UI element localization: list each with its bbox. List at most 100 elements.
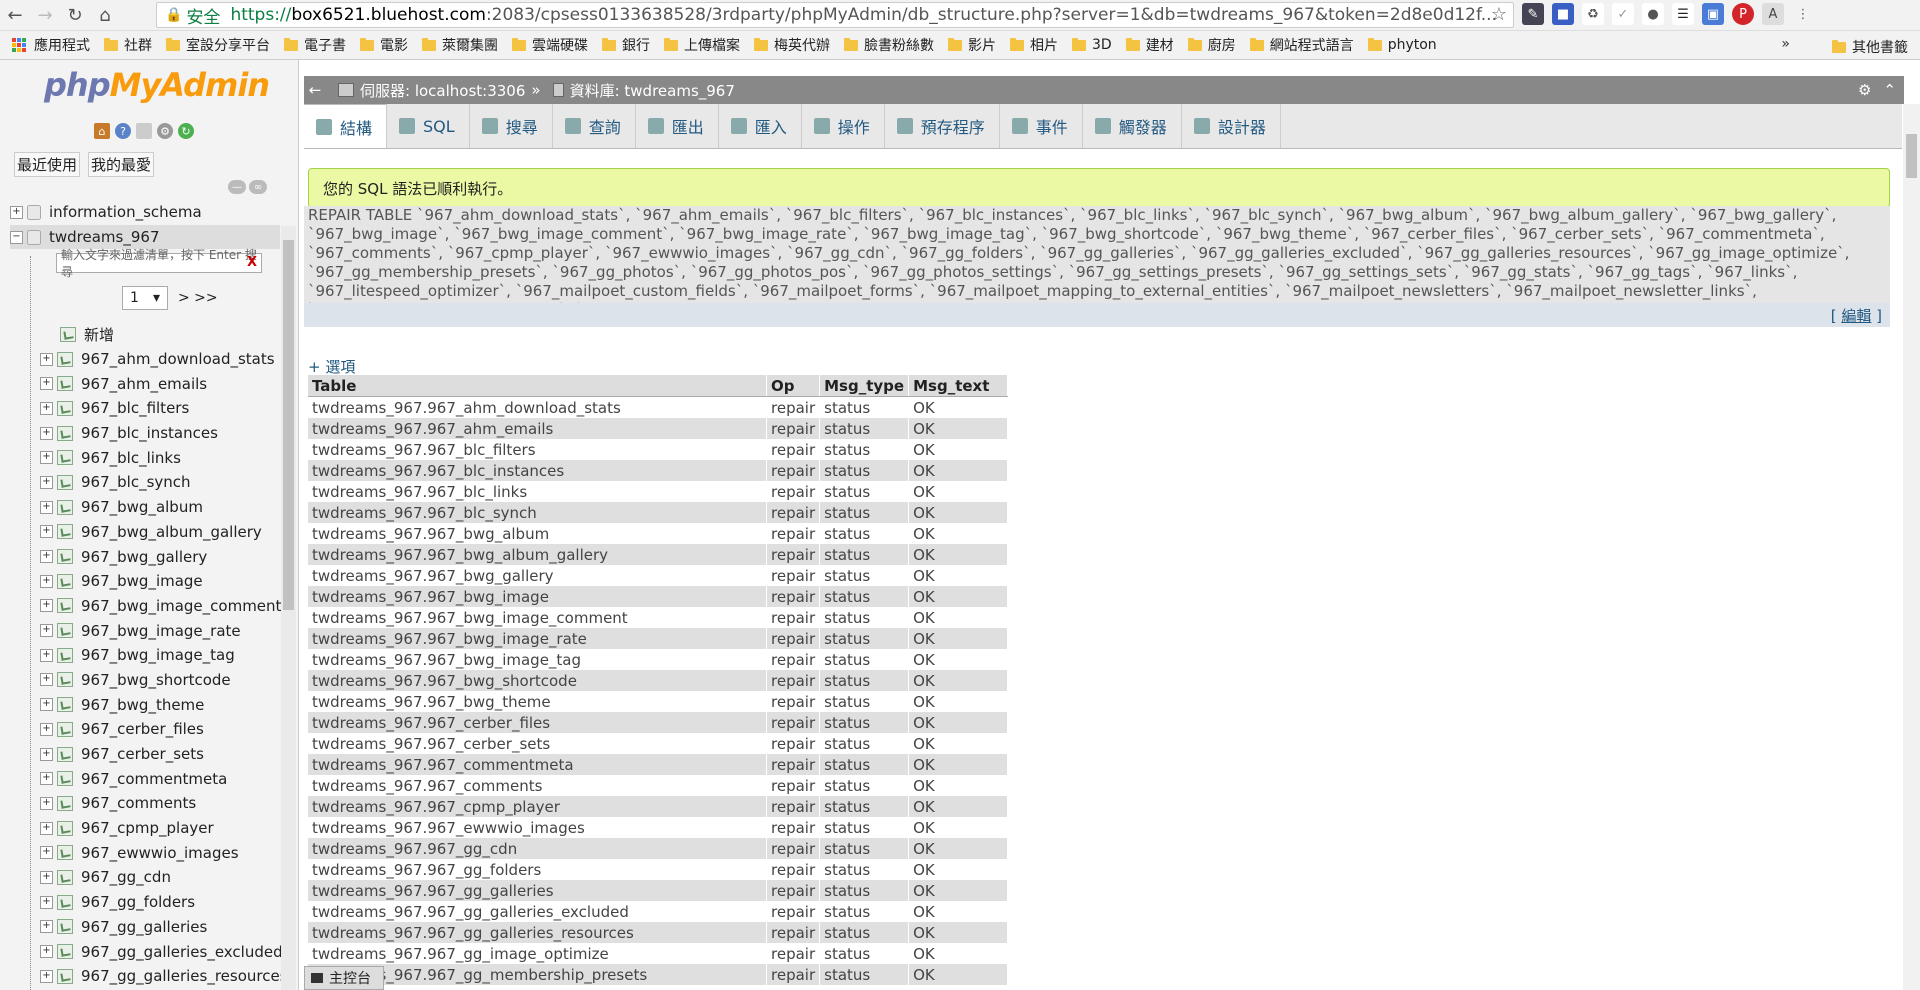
column-header[interactable]: Msg_type: [819, 375, 910, 397]
sidebar-table-item[interactable]: +967_ahm_emails: [40, 371, 280, 396]
recent-button[interactable]: 最近使用: [14, 152, 81, 177]
column-header[interactable]: Table: [308, 375, 767, 397]
table-filter-input[interactable]: 輸入文字來過濾清單，按下 Enter 搜尋 X: [56, 248, 262, 279]
bookmark-item[interactable]: 應用程式: [34, 35, 90, 55]
nav-scrollbar-thumb[interactable]: [283, 240, 294, 610]
apps-icon[interactable]: [12, 38, 26, 52]
expand-icon[interactable]: +: [40, 895, 53, 909]
sidebar-table-item[interactable]: +967_blc_instances: [40, 421, 280, 446]
settings-icon[interactable]: ⚙: [157, 123, 173, 139]
breadcrumb-server[interactable]: 伺服器: localhost:3306: [360, 80, 525, 101]
address-bar[interactable]: 🔒 安全 https:// box6521.bluehost.com :2083…: [156, 2, 1514, 28]
bookmark-item[interactable]: 萊爾集團: [422, 35, 498, 55]
bookmark-item[interactable]: 雲端硬碟: [512, 35, 588, 55]
expand-icon[interactable]: +: [40, 821, 53, 835]
new-table-item[interactable]: 新增: [40, 322, 280, 347]
forward-icon[interactable]: →: [30, 0, 60, 30]
sidebar-table-item[interactable]: +967_bwg_album_gallery: [40, 520, 280, 545]
extension-icon[interactable]: ■: [1552, 3, 1574, 25]
sidebar-table-item[interactable]: +967_bwg_theme: [40, 692, 280, 717]
expand-icon[interactable]: +: [10, 205, 23, 219]
tab-item[interactable]: 觸發器: [1083, 104, 1182, 148]
bookmark-item[interactable]: 影片: [948, 35, 996, 55]
expand-icon[interactable]: +: [40, 377, 53, 391]
tab-item[interactable]: 結構: [304, 104, 388, 148]
sidebar-table-item[interactable]: +967_bwg_image_tag: [40, 643, 280, 668]
expand-icon[interactable]: +: [40, 599, 53, 613]
back-arrow-icon[interactable]: ←: [304, 81, 326, 99]
db-item-information-schema[interactable]: + information_schema: [10, 200, 280, 225]
back-icon[interactable]: ←: [0, 0, 30, 30]
docs-icon[interactable]: [136, 123, 152, 139]
expand-icon[interactable]: +: [40, 870, 53, 884]
sidebar-table-item[interactable]: +967_blc_synch: [40, 470, 280, 495]
expand-icon[interactable]: +: [40, 920, 53, 934]
expand-icon[interactable]: +: [40, 426, 53, 440]
sidebar-table-item[interactable]: +967_bwg_image: [40, 569, 280, 594]
recycle-icon[interactable]: ♻: [1582, 3, 1604, 25]
tab-item[interactable]: SQL: [387, 104, 470, 148]
favorites-button[interactable]: 我的最愛: [88, 152, 155, 177]
expand-icon[interactable]: +: [40, 772, 53, 786]
main-scrollbar[interactable]: [1903, 104, 1920, 990]
expand-icon[interactable]: +: [40, 846, 53, 860]
sidebar-table-item[interactable]: +967_bwg_gallery: [40, 544, 280, 569]
edit-link[interactable]: [ 編輯 ]: [1831, 305, 1882, 326]
sidebar-table-item[interactable]: +967_gg_galleries_resources: [40, 964, 288, 989]
expand-icon[interactable]: +: [40, 525, 53, 539]
help-icon[interactable]: ?: [115, 123, 131, 139]
expand-icon[interactable]: +: [40, 401, 53, 415]
column-header[interactable]: Op: [766, 375, 821, 397]
expand-icon[interactable]: +: [40, 648, 53, 662]
bookmark-item[interactable]: 室設分享平台: [166, 35, 270, 55]
check-icon[interactable]: ✓: [1612, 3, 1634, 25]
expand-icon[interactable]: +: [40, 550, 53, 564]
ghost-icon[interactable]: ●: [1642, 3, 1664, 25]
sidebar-table-item[interactable]: +967_bwg_album: [40, 495, 280, 520]
bookmark-item[interactable]: 上傳檔案: [664, 35, 740, 55]
page-select[interactable]: 1 ▾: [122, 286, 168, 310]
sidebar-table-item[interactable]: +967_gg_folders: [40, 890, 280, 915]
tab-item[interactable]: 事件: [1000, 104, 1083, 148]
bookmark-star-icon[interactable]: ☆: [1491, 4, 1507, 25]
collapse-icon[interactable]: −: [10, 230, 23, 244]
expand-icon[interactable]: +: [40, 624, 53, 638]
sidebar-table-item[interactable]: +967_comments: [40, 791, 280, 816]
font-icon[interactable]: A: [1762, 3, 1784, 25]
breadcrumb-database[interactable]: 資料庫: twdreams_967: [570, 80, 735, 101]
console-toggle[interactable]: 主控台: [304, 966, 384, 990]
collapse-all-icon[interactable]: —: [228, 180, 246, 194]
sidebar-table-item[interactable]: +967_cerber_sets: [40, 742, 280, 767]
nav-scrollbar[interactable]: [281, 226, 296, 990]
sidebar-table-item[interactable]: +967_ewwwio_images: [40, 840, 280, 865]
sidebar-table-item[interactable]: +967_gg_galleries: [40, 915, 280, 940]
expand-icon[interactable]: +: [40, 698, 53, 712]
expand-icon[interactable]: +: [40, 969, 53, 983]
column-header[interactable]: Msg_text: [908, 375, 1009, 397]
next-page-link[interactable]: > >>: [178, 290, 218, 306]
expand-icon[interactable]: +: [40, 500, 53, 514]
expand-icon[interactable]: +: [40, 945, 53, 959]
expand-icon[interactable]: +: [40, 722, 53, 736]
sidebar-table-item[interactable]: +967_blc_filters: [40, 396, 280, 421]
sidebar-table-item[interactable]: +967_gg_cdn: [40, 865, 280, 890]
bookmark-item[interactable]: 電子書: [284, 35, 346, 55]
sidebar-table-item[interactable]: +967_blc_links: [40, 445, 280, 470]
options-link[interactable]: + 選項: [308, 356, 355, 377]
phpmyadmin-logo[interactable]: phpMyAdmin: [44, 66, 270, 104]
tab-item[interactable]: 匯出: [636, 104, 719, 148]
expand-icon[interactable]: +: [40, 574, 53, 588]
expand-icon[interactable]: +: [40, 475, 53, 489]
expand-icon[interactable]: +: [40, 451, 53, 465]
bookmark-item[interactable]: 銀行: [602, 35, 650, 55]
main-scrollbar-thumb[interactable]: [1906, 134, 1917, 178]
menu-icon[interactable]: ⋮: [1792, 3, 1814, 25]
sidebar-table-item[interactable]: +967_cpmp_player: [40, 816, 280, 841]
bookmark-item[interactable]: 3D: [1072, 35, 1112, 55]
bookmark-item[interactable]: 臉書粉絲數: [844, 35, 934, 55]
bookmark-item[interactable]: phyton: [1367, 35, 1437, 55]
tab-item[interactable]: 操作: [802, 104, 885, 148]
eyedropper-icon[interactable]: ✎: [1522, 3, 1544, 25]
bookmarks-more-icon[interactable]: »: [1781, 36, 1790, 52]
link-icon[interactable]: ∞: [249, 180, 267, 194]
